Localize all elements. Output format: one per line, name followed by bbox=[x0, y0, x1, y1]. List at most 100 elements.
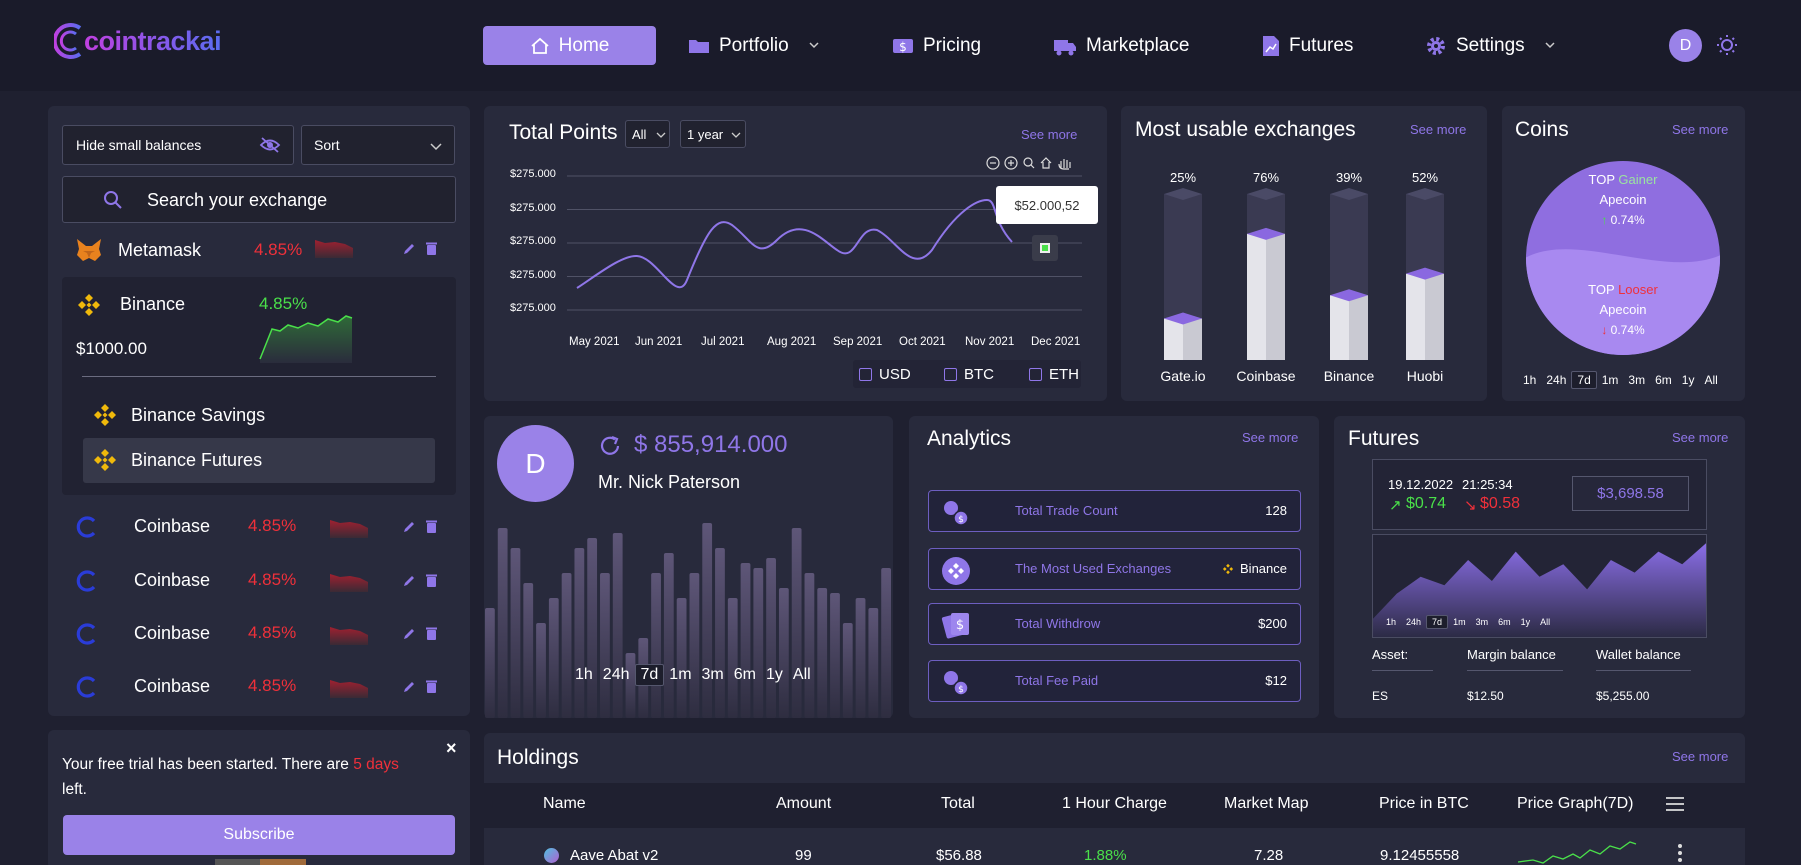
exchange-row-coinbase[interactable]: Coinbase 4.85% bbox=[62, 664, 456, 708]
edit-pencil-icon[interactable] bbox=[402, 627, 416, 641]
timeframe-option-3m[interactable]: 3m bbox=[1471, 616, 1494, 628]
checkbox-box bbox=[1029, 368, 1042, 381]
timeframe-option-3m[interactable]: 3m bbox=[1623, 372, 1650, 388]
binance-savings-item[interactable]: Binance Savings bbox=[83, 397, 435, 433]
trash-icon[interactable] bbox=[425, 241, 438, 256]
timeframe-option-7d[interactable]: 7d bbox=[1571, 371, 1597, 389]
filter-select[interactable]: All bbox=[625, 120, 670, 148]
menu-hamburger-icon[interactable] bbox=[1665, 796, 1685, 812]
exchange-search-input[interactable]: Search your exchange bbox=[62, 176, 456, 223]
analytics-item[interactable]: The Most Used Exchanges Binance bbox=[928, 548, 1301, 590]
timeframe-option-all[interactable]: All bbox=[788, 665, 816, 685]
logo[interactable]: cointrackai bbox=[54, 20, 222, 62]
col-name[interactable]: Name bbox=[543, 795, 586, 813]
col-amount[interactable]: Amount bbox=[776, 795, 831, 813]
trash-icon[interactable] bbox=[425, 679, 438, 694]
nav-home-label: Home bbox=[558, 34, 610, 56]
exchange-row-coinbase[interactable]: Coinbase 4.85% bbox=[62, 558, 456, 602]
edit-pencil-icon[interactable] bbox=[402, 680, 416, 694]
theme-toggle-sun-icon[interactable] bbox=[1716, 34, 1738, 56]
timeframe-option-24h[interactable]: 24h bbox=[1541, 372, 1571, 388]
timeframe-option-3m[interactable]: 3m bbox=[697, 665, 729, 685]
exchange-name: Coinbase bbox=[134, 675, 211, 696]
looser-pct: 0.74% bbox=[1610, 323, 1645, 337]
timeframe-option-24h[interactable]: 24h bbox=[1401, 616, 1426, 628]
nav-portfolio[interactable]: Portfolio bbox=[688, 26, 822, 65]
edit-pencil-icon[interactable] bbox=[402, 242, 416, 256]
edit-pencil-icon[interactable] bbox=[402, 520, 416, 534]
analytics-item[interactable]: $ Total Trade Count 128 bbox=[928, 490, 1301, 532]
analytics-item[interactable]: $ Total Fee Paid $12 bbox=[928, 660, 1301, 702]
timeframe-option-1m[interactable]: 1m bbox=[1597, 372, 1624, 388]
see-more-link[interactable]: See more bbox=[1672, 749, 1728, 764]
exchange-row-metamask[interactable]: Metamask 4.85% bbox=[62, 228, 456, 272]
timeframe-option-1y[interactable]: 1y bbox=[1677, 372, 1700, 388]
col-total[interactable]: Total bbox=[941, 795, 975, 813]
nav-marketplace[interactable]: Marketplace bbox=[1053, 26, 1190, 65]
currency-checkbox-btc[interactable]: BTC bbox=[944, 366, 994, 383]
timeframe-option-1h[interactable]: 1h bbox=[1518, 372, 1541, 388]
binance-futures-item[interactable]: Binance Futures bbox=[83, 438, 435, 483]
nav-futures[interactable]: Futures bbox=[1262, 26, 1353, 65]
y-tick-label: $275.000 bbox=[510, 302, 556, 314]
trash-icon[interactable] bbox=[425, 519, 438, 534]
timeframe-option-6m[interactable]: 6m bbox=[1650, 372, 1677, 388]
nav-settings[interactable]: Settings bbox=[1425, 26, 1558, 65]
trash-icon[interactable] bbox=[425, 573, 438, 588]
timeframe-option-all[interactable]: All bbox=[1699, 372, 1722, 388]
user-avatar[interactable]: D bbox=[1669, 29, 1702, 62]
timeframe-option-7d[interactable]: 7d bbox=[634, 664, 665, 686]
price-sparkline bbox=[1518, 841, 1637, 864]
see-more-link[interactable]: See more bbox=[1410, 122, 1466, 137]
table-row[interactable]: Aave Abat v2 99 $56.88 1.88% 7.28 9.1245… bbox=[484, 840, 1745, 865]
range-select[interactable]: 1 year bbox=[680, 120, 746, 148]
nav-pricing[interactable]: $ Pricing bbox=[892, 26, 981, 65]
futures-down: $0.58 bbox=[1480, 495, 1521, 512]
profile-bar bbox=[804, 573, 815, 718]
exchange-change: 4.85% bbox=[248, 623, 297, 642]
timeframe-option-1y[interactable]: 1y bbox=[761, 665, 788, 685]
col-charge[interactable]: 1 Hour Charge bbox=[1062, 795, 1167, 813]
decor-strip bbox=[215, 859, 260, 865]
home-icon bbox=[531, 37, 549, 54]
subscribe-button[interactable]: Subscribe bbox=[63, 815, 455, 855]
timeframe-option-all[interactable]: All bbox=[1535, 616, 1555, 628]
nav-home[interactable]: Home bbox=[483, 26, 656, 65]
exchange-row-coinbase[interactable]: Coinbase 4.85% bbox=[62, 611, 456, 655]
timeframe-option-6m[interactable]: 6m bbox=[1493, 616, 1516, 628]
timeframe-option-1h[interactable]: 1h bbox=[570, 665, 598, 685]
see-more-link[interactable]: See more bbox=[1242, 430, 1298, 445]
close-icon[interactable]: × bbox=[446, 738, 457, 759]
timeframe-option-7d[interactable]: 7d bbox=[1426, 615, 1449, 629]
currency-label: ETH bbox=[1049, 366, 1079, 383]
analytics-item[interactable]: $ Total Withdrow $200 bbox=[928, 603, 1301, 645]
profile-avatar[interactable]: D bbox=[497, 425, 574, 502]
timeframe-option-6m[interactable]: 6m bbox=[729, 665, 761, 685]
more-vertical-icon[interactable] bbox=[1677, 843, 1683, 863]
top-navbar: cointrackai Home Portfolio $ Pricing Mar… bbox=[0, 0, 1801, 91]
col-market-map[interactable]: Market Map bbox=[1224, 795, 1308, 813]
chart-doc-icon bbox=[1263, 35, 1279, 56]
col-price-graph[interactable]: Price Graph(7D) bbox=[1517, 795, 1633, 813]
timeframe-option-1h[interactable]: 1h bbox=[1381, 616, 1401, 628]
col-price-btc[interactable]: Price in BTC bbox=[1379, 795, 1469, 813]
timeframe-option-1m[interactable]: 1m bbox=[1448, 616, 1471, 628]
hide-small-balances-toggle[interactable]: Hide small balances bbox=[62, 125, 294, 165]
see-more-link[interactable]: See more bbox=[1672, 430, 1728, 445]
exchange-row-coinbase[interactable]: Coinbase 4.85% bbox=[62, 504, 456, 548]
x-tick-label: Aug 2021 bbox=[767, 336, 817, 348]
trash-icon[interactable] bbox=[425, 626, 438, 641]
refresh-icon[interactable] bbox=[598, 434, 622, 458]
currency-checkbox-eth[interactable]: ETH bbox=[1029, 366, 1079, 383]
coins-timeframe-selector: 1h 24h 7d 1m 3m 6m 1y All bbox=[1518, 371, 1723, 389]
chart-tooltip: $52.000,52 bbox=[996, 186, 1098, 224]
timeframe-option-1y[interactable]: 1y bbox=[1516, 616, 1536, 628]
currency-checkbox-usd[interactable]: USD bbox=[859, 366, 911, 383]
see-more-link[interactable]: See more bbox=[1672, 122, 1728, 137]
y-tick-label: $275.000 bbox=[510, 168, 556, 180]
edit-pencil-icon[interactable] bbox=[402, 574, 416, 588]
see-more-link[interactable]: See more bbox=[1021, 127, 1077, 142]
timeframe-option-24h[interactable]: 24h bbox=[598, 665, 635, 685]
timeframe-option-1m[interactable]: 1m bbox=[664, 665, 696, 685]
sort-select[interactable]: Sort bbox=[301, 125, 455, 165]
